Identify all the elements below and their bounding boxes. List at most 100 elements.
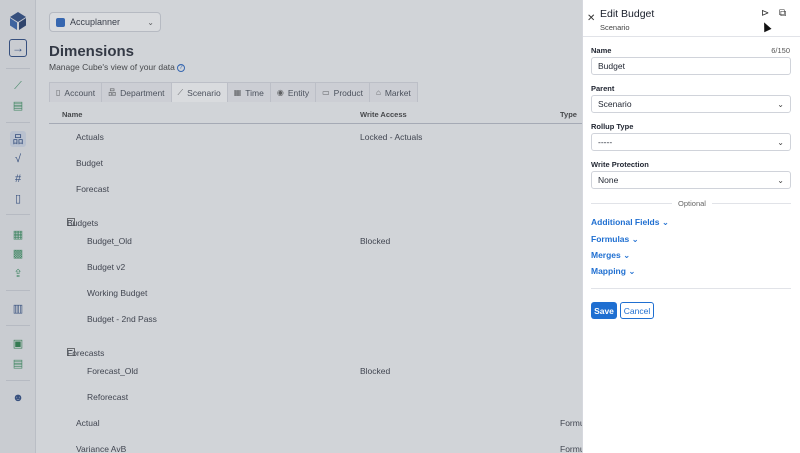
page-subtitle-text: Manage Cube's view of your data xyxy=(49,62,175,72)
table-header: Name Write Access Type xyxy=(49,104,582,124)
row-type: Formu xyxy=(560,418,585,428)
row-name: Actual xyxy=(76,418,100,428)
write-protection-select[interactable]: None ⌄ xyxy=(591,171,791,189)
org-chart-icon: 品 xyxy=(108,88,117,97)
tab-scenario[interactable]: ⟋ Scenario xyxy=(170,82,227,102)
cancel-button[interactable]: Cancel xyxy=(620,302,654,319)
tab-label: Account xyxy=(64,87,96,98)
tab-label: Department xyxy=(120,87,165,98)
expand-panel-icon[interactable]: ⊳ xyxy=(761,8,769,19)
google-sheets-icon[interactable]: ▤ xyxy=(10,355,26,371)
excel-icon[interactable]: ▣ xyxy=(10,335,26,351)
hash-icon[interactable]: # xyxy=(10,171,26,187)
grid-icon[interactable]: ▩ xyxy=(10,245,26,261)
app-selector[interactable]: Accuplanner ⌄ xyxy=(49,12,161,32)
chevron-down-icon: ⌄ xyxy=(661,217,669,227)
section-label: Mapping xyxy=(591,266,626,276)
column-header-type[interactable]: Type xyxy=(560,110,577,119)
chevron-down-icon: ⌄ xyxy=(147,17,154,27)
formula-icon[interactable]: √ xyxy=(10,151,26,167)
tab-product[interactable]: ▭ Product xyxy=(315,82,369,102)
rail-divider xyxy=(6,290,30,291)
upload-icon[interactable]: ⇪ xyxy=(10,265,26,281)
cube-logo-icon[interactable] xyxy=(8,11,28,31)
table-row[interactable]: Budget_Old Blocked xyxy=(49,228,582,254)
tab-market[interactable]: ⌂ Market xyxy=(368,82,418,102)
row-name: Budgets xyxy=(67,218,99,228)
table-row[interactable]: − Forecasts xyxy=(49,332,582,358)
app-name: Accuplanner xyxy=(70,17,121,27)
row-name: Budget - 2nd Pass xyxy=(87,314,157,324)
write-protection-value: None xyxy=(598,175,619,185)
save-button[interactable]: Save xyxy=(591,302,617,319)
close-icon[interactable]: ✕ xyxy=(587,13,595,24)
ledger-icon: ▯ xyxy=(56,88,61,97)
document-icon[interactable]: ▯ xyxy=(10,190,26,206)
tab-entity[interactable]: ◉ Entity xyxy=(269,82,316,102)
column-header-name[interactable]: Name xyxy=(62,110,82,119)
report-icon[interactable]: ▥ xyxy=(10,300,26,316)
table-row[interactable]: Forecast xyxy=(49,176,582,202)
tab-label: Market xyxy=(384,87,411,98)
write-protection-label: Write Protection xyxy=(591,160,649,169)
name-input-value: Budget xyxy=(598,61,625,71)
row-type: Formu xyxy=(560,444,585,453)
expand-arrow-icon[interactable]: → xyxy=(9,39,27,57)
row-access: Blocked xyxy=(360,236,391,246)
parent-select[interactable]: Scenario ⌄ xyxy=(591,95,791,113)
chevron-down-icon: ⌄ xyxy=(623,250,631,260)
table-icon[interactable]: ▦ xyxy=(10,226,26,242)
table-row[interactable]: − Budgets xyxy=(49,202,582,228)
users-icon[interactable]: ☻ xyxy=(10,390,26,406)
line-chart-icon: ⟋ xyxy=(177,87,184,97)
name-input[interactable]: Budget xyxy=(591,57,791,75)
rail-divider xyxy=(6,214,30,215)
help-icon[interactable]: ? xyxy=(176,63,185,72)
chevron-down-icon: ⌄ xyxy=(777,175,784,185)
column-header-write-access[interactable]: Write Access xyxy=(360,110,407,119)
rail-divider xyxy=(6,325,30,326)
tab-label: Time xyxy=(245,87,264,98)
row-access: Locked - Actuals xyxy=(360,132,423,142)
mapping-toggle[interactable]: Mapping ⌄ xyxy=(591,266,635,277)
chevron-down-icon: ⌄ xyxy=(628,266,636,276)
tab-account[interactable]: ▯ Account xyxy=(49,82,102,102)
section-label: Formulas xyxy=(591,234,630,244)
page-title: Dimensions xyxy=(49,43,135,60)
copy-icon[interactable]: ⧉ xyxy=(779,8,786,19)
table-row[interactable]: Actuals Locked - Actuals xyxy=(49,124,582,150)
location-pin-icon: ◉ xyxy=(276,88,284,97)
row-name: Forecast xyxy=(76,184,110,194)
rail-divider xyxy=(6,380,30,381)
tab-label: Scenario xyxy=(187,87,221,98)
section-label: Merges xyxy=(591,250,621,260)
formulas-toggle[interactable]: Formulas ⌄ xyxy=(591,234,639,245)
row-name: Reforecast xyxy=(87,392,129,402)
table-row[interactable]: Working Budget xyxy=(49,280,582,306)
row-name: Working Budget xyxy=(87,288,148,298)
merges-toggle[interactable]: Merges ⌄ xyxy=(591,250,630,261)
tab-label: Entity xyxy=(287,87,310,98)
dimensions-icon[interactable]: 品 xyxy=(10,131,26,147)
store-icon: ⌂ xyxy=(375,88,381,97)
chevron-down-icon: ⌄ xyxy=(777,137,784,147)
table-row[interactable]: Budget v2 xyxy=(49,254,582,280)
sheet-icon[interactable]: ▤ xyxy=(10,97,26,113)
tab-time[interactable]: ▦ Time xyxy=(226,82,270,102)
table-row[interactable]: Budget - 2nd Pass xyxy=(49,306,582,332)
app-icon xyxy=(56,17,65,27)
table-row[interactable]: Reforecast xyxy=(49,384,582,410)
table-row[interactable]: Variance AvB Formu xyxy=(49,436,585,453)
chart-icon[interactable]: ⟋ xyxy=(10,78,26,94)
table-row[interactable]: Actual Formu xyxy=(49,410,585,436)
tab-department[interactable]: 品 Department xyxy=(101,82,171,102)
table-row[interactable]: Budget xyxy=(49,150,582,176)
optional-text: Optional xyxy=(672,199,712,208)
tab-label: Product xyxy=(333,87,363,98)
section-label: Additional Fields xyxy=(591,217,660,227)
rollup-select-value: ----- xyxy=(598,137,613,147)
rollup-label: Rollup Type xyxy=(591,122,634,131)
additional-fields-toggle[interactable]: Additional Fields ⌄ xyxy=(591,217,669,228)
rollup-select[interactable]: ----- ⌄ xyxy=(591,133,791,151)
table-row[interactable]: Forecast_Old Blocked xyxy=(49,358,582,384)
